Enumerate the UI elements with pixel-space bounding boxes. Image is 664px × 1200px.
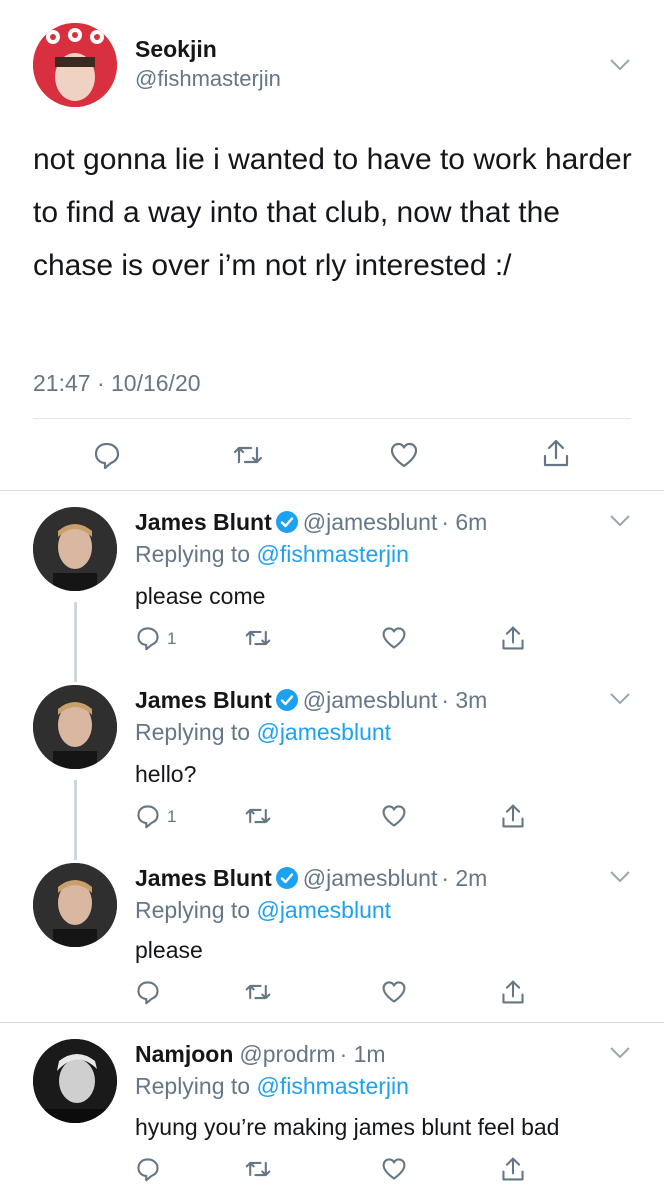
verified-badge-icon	[275, 688, 299, 712]
replying-to: Replying to @jamesblunt	[135, 719, 391, 746]
mention-link[interactable]: @fishmasterjin	[256, 541, 408, 567]
avatar-seokjin[interactable]	[33, 23, 117, 107]
share-icon[interactable]	[541, 438, 571, 468]
avatar-james-blunt[interactable]	[33, 863, 117, 947]
reply-icon[interactable]	[135, 803, 161, 829]
reply-text: hello?	[135, 761, 197, 787]
chevron-down-icon[interactable]	[610, 870, 630, 883]
reply-time[interactable]: · 1m	[340, 1041, 386, 1067]
reply-text: please	[135, 937, 203, 963]
retweet-icon[interactable]	[245, 1156, 271, 1182]
replying-to-label: Replying to	[135, 897, 257, 923]
reply-time[interactable]: · 3m	[441, 687, 487, 713]
like-icon[interactable]	[381, 1156, 407, 1182]
like-icon[interactable]	[381, 803, 407, 829]
verified-badge-icon	[275, 510, 299, 534]
replying-to-label: Replying to	[135, 541, 257, 567]
reply-text: please come	[135, 583, 266, 609]
reply-time[interactable]: · 2m	[441, 865, 487, 891]
mention-link[interactable]: @jamesblunt	[256, 897, 391, 923]
chevron-down-icon[interactable]	[610, 692, 630, 705]
share-icon[interactable]	[500, 803, 526, 829]
tweet-timestamp[interactable]: 21:47 · 10/16/20	[33, 370, 201, 397]
avatar-namjoon[interactable]	[33, 1039, 117, 1123]
share-icon[interactable]	[500, 625, 526, 651]
reply-tweet[interactable]: James Blunt @jamesblunt · 3m Replying to @…	[0, 668, 664, 848]
replying-to-label: Replying to	[135, 1073, 257, 1099]
author-name[interactable]: Seokjin	[135, 36, 217, 63]
reply-tweet[interactable]: James Blunt @jamesblunt · 2m Replying to @…	[0, 846, 664, 1022]
retweet-icon[interactable]	[245, 625, 271, 651]
like-icon[interactable]	[381, 625, 407, 651]
author-handle[interactable]: @fishmasterjin	[135, 66, 281, 92]
verified-badge-icon	[275, 866, 299, 890]
like-icon[interactable]	[389, 440, 419, 470]
chevron-down-icon[interactable]	[610, 58, 630, 71]
chevron-down-icon[interactable]	[610, 514, 630, 527]
reply-count: 1	[167, 629, 177, 648]
reply-count: 1	[167, 807, 177, 826]
avatar-james-blunt[interactable]	[33, 685, 117, 769]
replying-to: Replying to @fishmasterjin	[135, 541, 409, 568]
divider	[33, 418, 631, 419]
replying-to: Replying to @jamesblunt	[135, 897, 391, 924]
avatar-james-blunt[interactable]	[33, 507, 117, 591]
reply-text: hyung you’re making james blunt feel bad	[135, 1114, 560, 1140]
reply-author-name[interactable]: James Blunt	[135, 509, 272, 535]
reply-tweet[interactable]: Namjoon @prodrm · 1m Replying to @fishmast…	[0, 1022, 664, 1200]
reply-author-name[interactable]: James Blunt	[135, 687, 272, 713]
mention-link[interactable]: @fishmasterjin	[256, 1073, 408, 1099]
share-icon[interactable]	[500, 979, 526, 1005]
retweet-icon[interactable]	[233, 440, 263, 470]
replying-to: Replying to @fishmasterjin	[135, 1073, 409, 1100]
reply-time[interactable]: · 6m	[441, 509, 487, 535]
tweet-text: not gonna lie i wanted to have to work h…	[33, 143, 632, 282]
reply-author-handle[interactable]: @jamesblunt	[303, 865, 438, 891]
retweet-icon[interactable]	[245, 979, 271, 1005]
reply-tweet[interactable]: James Blunt @jamesblunt · 6m Replying to @…	[0, 490, 664, 670]
share-icon[interactable]	[500, 1156, 526, 1182]
chevron-down-icon[interactable]	[610, 1046, 630, 1059]
reply-icon[interactable]	[135, 1156, 161, 1182]
reply-author-name[interactable]: Namjoon	[135, 1041, 233, 1067]
mention-link[interactable]: @jamesblunt	[256, 719, 391, 745]
like-icon[interactable]	[381, 979, 407, 1005]
reply-icon[interactable]	[135, 979, 161, 1005]
reply-author-name[interactable]: James Blunt	[135, 865, 272, 891]
reply-author-handle[interactable]: @jamesblunt	[303, 687, 438, 713]
reply-author-handle[interactable]: @prodrm	[239, 1041, 335, 1067]
reply-icon[interactable]	[135, 625, 161, 651]
reply-icon[interactable]	[92, 440, 122, 470]
reply-author-handle[interactable]: @jamesblunt	[303, 509, 438, 535]
retweet-icon[interactable]	[245, 803, 271, 829]
replying-to-label: Replying to	[135, 719, 257, 745]
